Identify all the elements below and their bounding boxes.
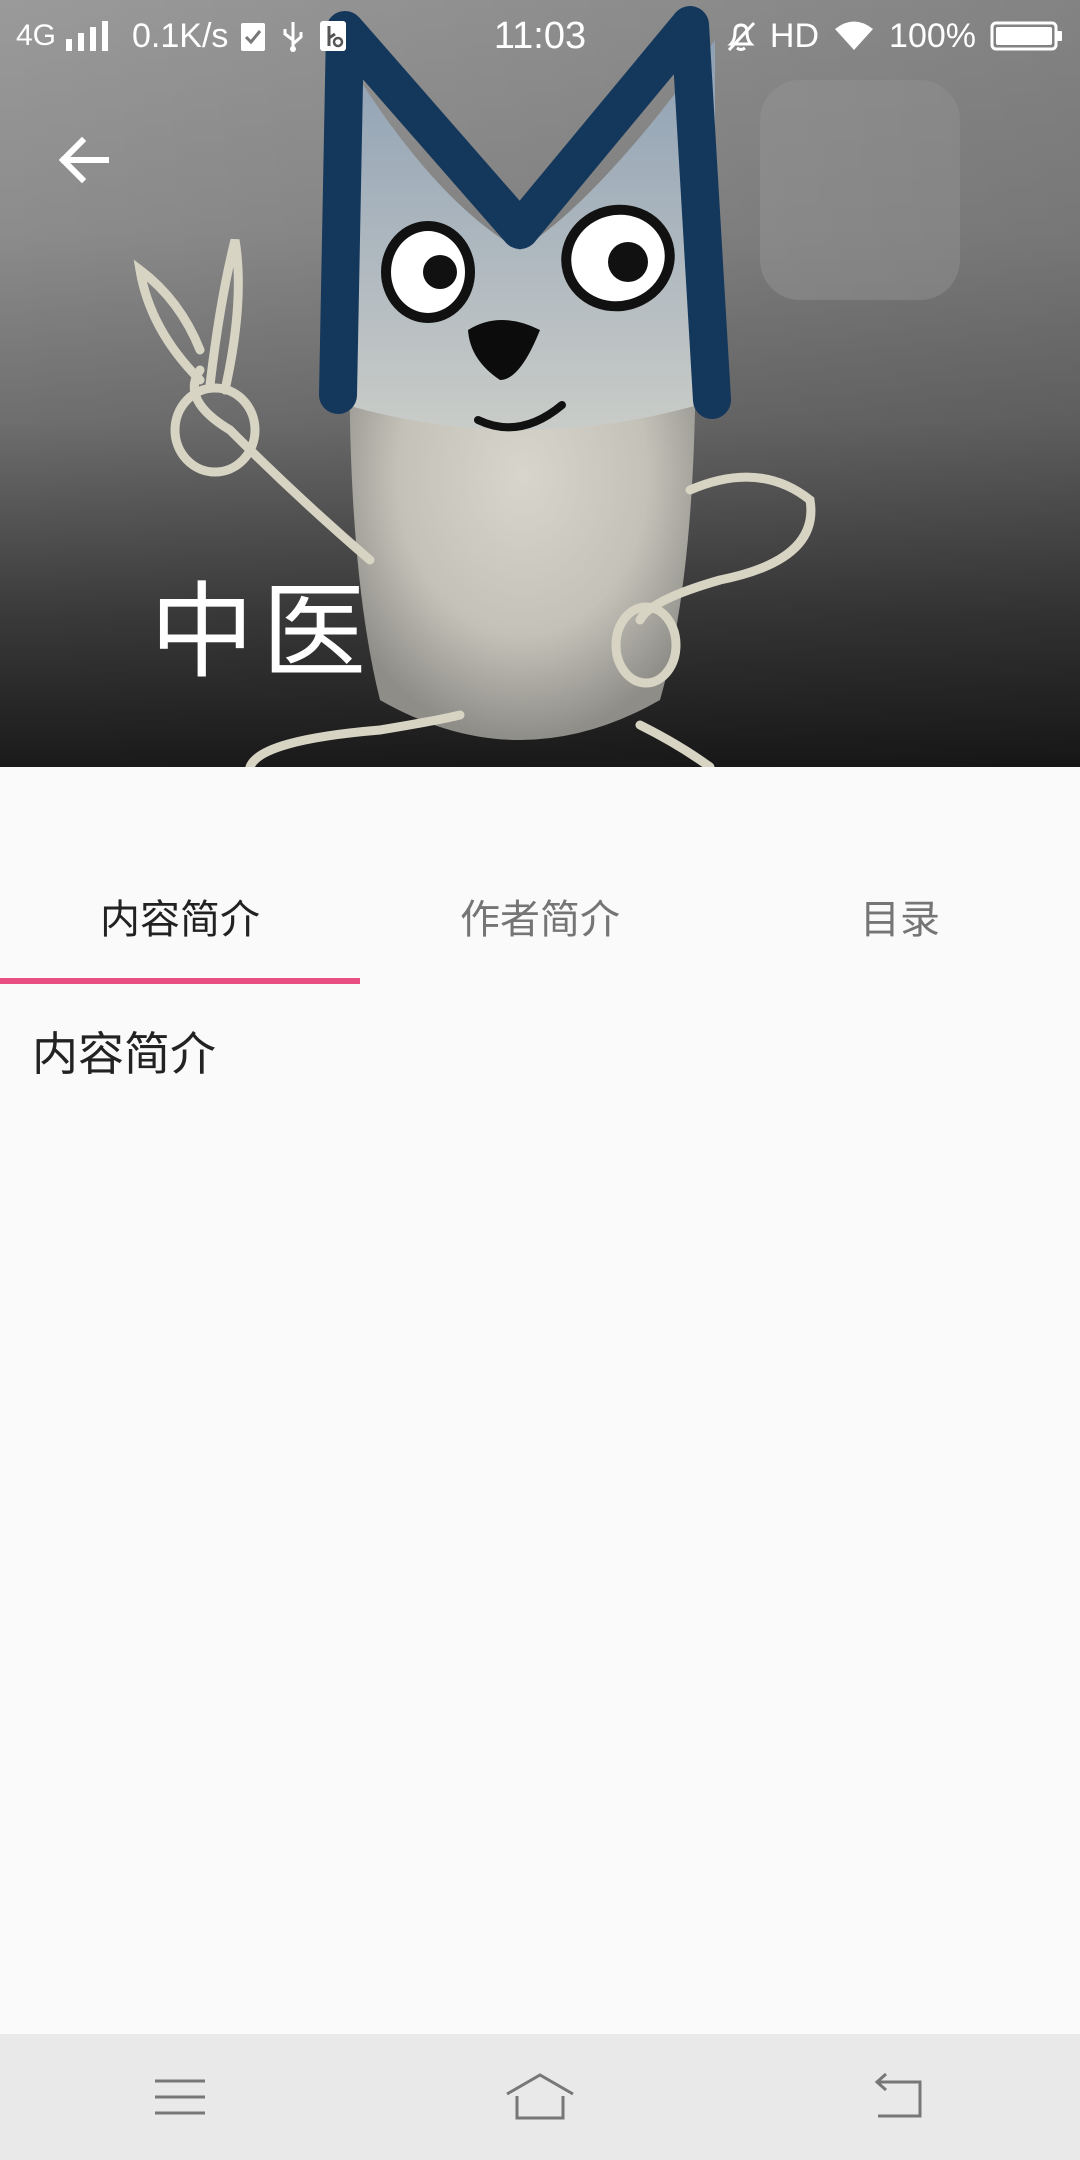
menu-button[interactable] (100, 2047, 260, 2147)
menu-icon (155, 2079, 205, 2115)
tab-author-intro[interactable]: 作者简介 (360, 848, 720, 984)
status-bar: 4G 0.1K/s 11:03 HD 100% (0, 0, 1080, 72)
content-text: 内容简介 (32, 1027, 216, 1081)
page-title: 中医 (150, 571, 375, 693)
home-button[interactable] (460, 2047, 620, 2147)
back-button[interactable] (40, 116, 128, 204)
alarm-off-icon (727, 21, 756, 52)
tab-content-intro[interactable]: 内容简介 (0, 848, 360, 984)
navigation-bar (0, 2034, 1080, 2160)
home-icon (506, 2073, 574, 2120)
return-button[interactable] (820, 2047, 980, 2147)
return-icon (874, 2072, 922, 2118)
arrow-left-icon (58, 136, 109, 184)
tab-indicator (0, 978, 360, 984)
wifi-icon (835, 21, 874, 50)
system-status: HD 100% (726, 16, 1064, 56)
battery-percent: 100% (889, 16, 976, 55)
tab-bar: 内容简介 作者简介 目录 (0, 848, 1080, 984)
tab-catalog[interactable]: 目录 (720, 848, 1080, 984)
hd-indicator: HD (769, 16, 820, 55)
battery-icon (990, 21, 1062, 51)
screen: 4G 0.1K/s 11:03 HD 100% 中医 内容简介 作者简介 目录 … (0, 0, 1080, 2160)
